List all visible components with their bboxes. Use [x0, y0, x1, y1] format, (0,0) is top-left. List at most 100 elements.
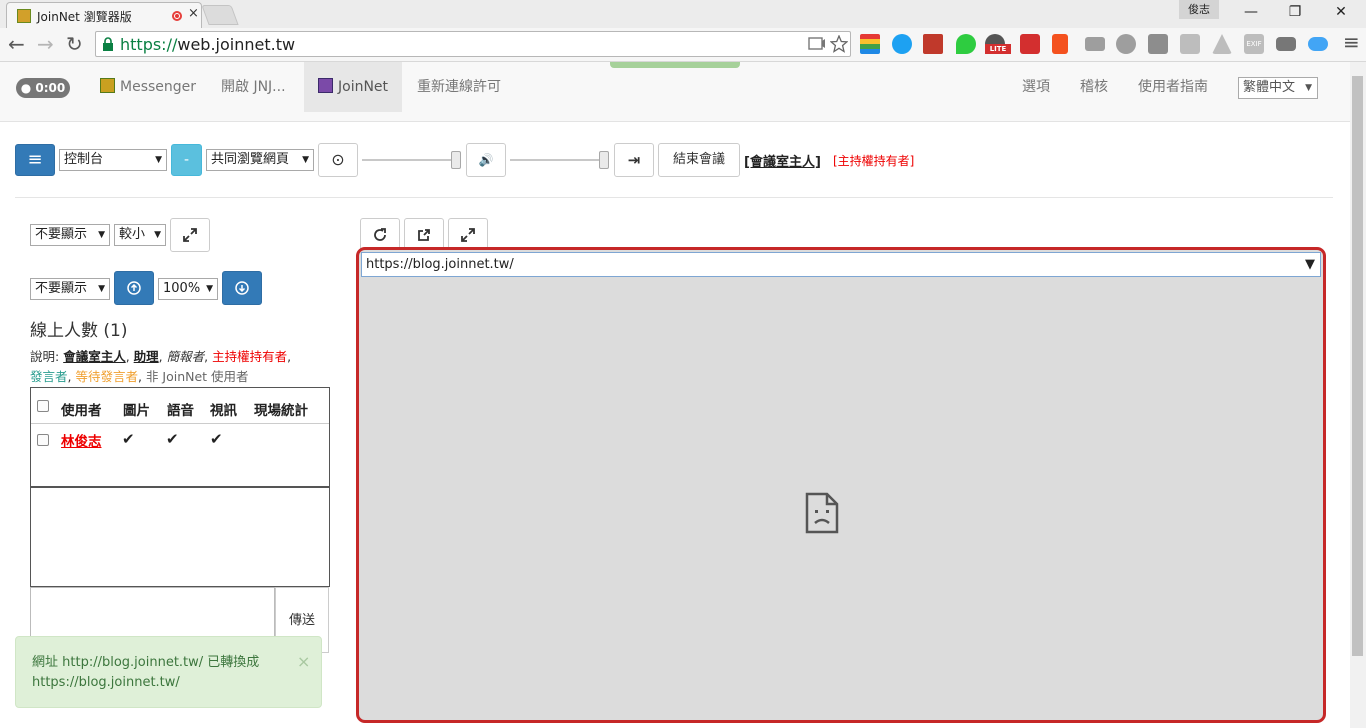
toast-close-icon[interactable]: × [297, 652, 310, 671]
download-button[interactable] [222, 271, 262, 305]
browser-title-bar: JoinNet 瀏覽器版 × 俊志 — ❐ ✕ [0, 0, 1366, 28]
user-checkbox[interactable] [37, 434, 49, 446]
mic-slider-thumb[interactable] [451, 151, 461, 169]
size-select[interactable]: 較小 ▼ [114, 224, 166, 246]
arrow-up-circle-icon [127, 281, 141, 295]
expand-video-button[interactable] [170, 218, 210, 252]
lock-icon [103, 37, 113, 51]
upload-button[interactable] [114, 271, 154, 305]
arrow-down-circle-icon [235, 281, 249, 295]
forward-icon[interactable]: → [37, 32, 54, 56]
chevron-down-icon: ▼ [1305, 257, 1315, 272]
header-picture: 圖片 [123, 403, 150, 419]
drive-icon[interactable] [1212, 34, 1232, 54]
skype-icon[interactable] [892, 34, 912, 54]
book-icon[interactable] [923, 34, 943, 54]
expand-icon [461, 228, 475, 242]
evernote-icon[interactable] [956, 34, 976, 54]
volume-icon: 🔊 [478, 153, 494, 167]
cobrowse-frame[interactable]: https://blog.joinnet.tw/ ▼ [356, 247, 1326, 723]
nav-messenger[interactable]: Messenger [100, 62, 196, 112]
chat-input[interactable] [30, 587, 275, 637]
picture-check-icon: ✔ [122, 430, 135, 448]
nav-user-guide[interactable]: 使用者指南 [1138, 62, 1208, 112]
lite-icon[interactable]: LITE [985, 34, 1011, 54]
user-icon: ● [20, 81, 36, 95]
header-video: 視訊 [210, 403, 237, 419]
external-link-icon [418, 229, 430, 241]
address-bar[interactable]: https://web.joinnet.tw [95, 31, 851, 57]
address-url: https://web.joinnet.tw [120, 35, 296, 54]
legend-waiting: 等待發言者 [75, 369, 138, 384]
url-converted-toast: 網址 http://blog.joinnet.tw/ 已轉換成 https://… [15, 636, 322, 708]
header-user: 使用者 [61, 403, 102, 419]
legend-non-user: 非 JoinNet 使用者 [145, 369, 249, 384]
chat-history [30, 487, 330, 587]
expand-icon [183, 228, 197, 242]
reload-icon[interactable]: ↻ [66, 32, 83, 56]
legend-speaker: 發言者 [30, 369, 68, 384]
joinnet-icon [318, 78, 333, 93]
language-select[interactable]: 繁體中文 ▼ [1238, 77, 1318, 99]
new-tab-button[interactable] [201, 5, 239, 25]
chat-icon[interactable] [1085, 37, 1105, 51]
s-icon[interactable] [1148, 34, 1168, 54]
restore-button[interactable]: ❐ [1272, 0, 1318, 26]
nav-audit[interactable]: 稽核 [1080, 62, 1108, 112]
voice-check-icon: ✔ [166, 430, 179, 448]
online-count-title: 線上人數 (1) [30, 321, 128, 341]
menu-icon[interactable]: ≡ [1343, 30, 1360, 54]
status-strip [610, 62, 740, 68]
tower-icon[interactable] [1180, 34, 1200, 54]
adobe-icon[interactable] [1020, 34, 1040, 54]
record-button[interactable]: ⊙ [318, 143, 358, 177]
nav-reconnect-permission[interactable]: 重新連線許可 [417, 62, 501, 112]
cobrowse-url-select[interactable]: https://blog.joinnet.tw/ ▼ [361, 252, 1321, 277]
display-select-2[interactable]: 不要顯示 ▼ [30, 278, 110, 300]
tab-title: JoinNet 瀏覽器版 [37, 10, 132, 24]
scrollbar-thumb[interactable] [1352, 76, 1363, 656]
divider [15, 197, 1333, 198]
legend-holder: 主持權持有者 [212, 349, 288, 364]
exit-icon: ⇥ [627, 151, 641, 169]
end-meeting-button[interactable]: 結束會議 [658, 143, 740, 177]
user-name[interactable]: 林俊志 [61, 430, 102, 450]
legend-assistant: 助理 [133, 349, 159, 364]
office-icon[interactable] [1052, 34, 1068, 54]
volume-button[interactable]: 🔊 [466, 143, 506, 177]
minus-button[interactable]: - [171, 144, 202, 176]
cloud-icon[interactable] [1308, 37, 1328, 51]
nav-joinnet[interactable]: JoinNet [304, 62, 402, 112]
tab-close-icon[interactable]: × [188, 6, 199, 21]
select-all-checkbox[interactable] [37, 400, 49, 412]
timer-value: 0:00 [35, 81, 66, 95]
main-menu-button[interactable]: ≡ [15, 144, 55, 176]
profile-chip[interactable]: 俊志 [1179, 0, 1219, 19]
exif-icon[interactable]: EXIF [1244, 34, 1264, 54]
m-icon[interactable] [1116, 34, 1136, 54]
minimize-button[interactable]: — [1228, 0, 1274, 26]
refresh-icon [374, 228, 386, 241]
glasses-icon[interactable] [1276, 37, 1296, 51]
console-select[interactable]: 控制台 ▼ [59, 149, 167, 171]
window-close-button[interactable]: ✕ [1318, 0, 1364, 26]
back-icon[interactable]: ← [8, 32, 25, 56]
toast-message: 網址 http://blog.joinnet.tw/ 已轉換成 https://… [32, 655, 260, 690]
exit-button[interactable]: ⇥ [614, 143, 654, 177]
volume-slider-thumb[interactable] [599, 151, 609, 169]
messenger-icon [100, 78, 115, 93]
star-icon[interactable] [830, 35, 848, 53]
browser-tab[interactable]: JoinNet 瀏覽器版 × [6, 2, 202, 28]
colors-icon[interactable] [860, 34, 880, 54]
role-legend: 說明: 會議室主人, 助理, 簡報者, 主持權持有者, 發言者, 等待發言者, … [30, 349, 292, 384]
volume-slider-track [510, 159, 608, 161]
zoom-select[interactable]: 100% ▼ [158, 278, 218, 300]
nav-options[interactable]: 選項 [1022, 62, 1050, 112]
display-select-1[interactable]: 不要顯示 ▼ [30, 224, 110, 246]
cast-icon[interactable] [808, 37, 826, 51]
record-icon: ⊙ [331, 150, 345, 169]
video-check-icon: ✔ [210, 430, 223, 448]
cobrowse-select[interactable]: 共同瀏覽網頁 ▼ [206, 149, 314, 171]
header-stats: 現場統計 [254, 403, 308, 419]
nav-open-jnj[interactable]: 開啟 JNJ... [221, 62, 286, 112]
